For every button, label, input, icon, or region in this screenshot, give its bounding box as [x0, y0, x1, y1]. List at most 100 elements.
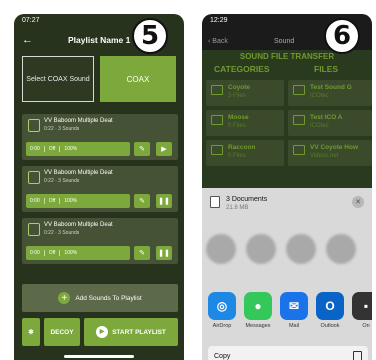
copy-label: Copy — [214, 353, 231, 360]
category-count: 0 Files — [228, 123, 246, 129]
contact-avatar[interactable] — [246, 234, 276, 264]
files-header: FILES — [314, 64, 339, 74]
category-name: Moose — [228, 114, 249, 121]
sound-file-icon — [28, 119, 40, 132]
pause-icon[interactable]: ❚❚ — [156, 194, 172, 208]
file-source: Videos.net — [310, 153, 339, 159]
contact-avatar[interactable] — [206, 234, 236, 264]
checkbox-icon[interactable] — [293, 115, 305, 125]
plus-icon: + — [58, 292, 71, 304]
share-app-airdrop[interactable]: ◎ AirDrop — [208, 292, 236, 329]
sound-file-icon — [28, 223, 40, 236]
volume[interactable]: 100% — [60, 198, 81, 204]
timer[interactable]: 0:00 — [26, 198, 45, 204]
file-tile[interactable]: VV Coyote How Videos.net — [288, 140, 372, 166]
file-name: VV Coyote How — [310, 144, 359, 151]
app-label: Mail — [288, 323, 300, 329]
phone-share: 12:29 6 ‹ Back Sound SOUND FILE TRANSFER… — [202, 14, 372, 360]
bottom-actions: ✱ DECOY ▶ START PLAYLIST — [22, 318, 178, 346]
phone-playlist: 07:27 5 ← Playlist Name 1 Select COAX So… — [14, 14, 184, 360]
back-label: Back — [212, 38, 228, 45]
messages-icon: ● — [244, 292, 272, 320]
mail-icon: ✉ — [280, 292, 308, 320]
share-apps: ◎ AirDrop ● Messages ✉ Mail O Outlook ▪ … — [208, 292, 372, 329]
file-tile[interactable]: Test Sound G ICOtec — [288, 80, 372, 106]
category-name: Raccoon — [228, 144, 256, 151]
volume[interactable]: 100% — [60, 250, 81, 256]
add-sounds-button[interactable]: + Add Sounds To Playlist — [22, 284, 178, 312]
close-icon[interactable]: ✕ — [352, 196, 364, 208]
timer[interactable]: 0:00 — [26, 250, 45, 256]
app-label: Messages — [245, 323, 271, 329]
copy-action[interactable]: Copy — [208, 346, 368, 360]
folder-icon — [211, 115, 223, 125]
decoy-button[interactable]: DECOY — [44, 318, 80, 346]
playlist-card[interactable]: VV Baboom Multiple Deat 0:22 · 3 Sounds … — [22, 114, 178, 160]
select-coax-sound-button[interactable]: Select COAX Sound — [22, 56, 94, 102]
share-app-messages[interactable]: ● Messages — [244, 292, 272, 329]
category-tile[interactable]: Moose 0 Files — [206, 110, 284, 136]
categories-header: CATEGORIES — [214, 64, 270, 74]
app-label: Outlook — [320, 323, 340, 329]
card-controls[interactable]: 0:00 Off 100% — [26, 142, 130, 156]
contact-avatar[interactable] — [326, 234, 356, 264]
card-controls[interactable]: 0:00 Off 100% — [26, 246, 130, 260]
mode[interactable]: Off — [45, 250, 61, 256]
edit-icon[interactable]: ✎ — [134, 246, 150, 260]
contact-avatar[interactable] — [286, 234, 316, 264]
card-title: VV Baboom Multiple Deat — [44, 170, 113, 176]
file-source: ICOtec — [310, 123, 329, 129]
category-tile[interactable]: Coyote 3 Files — [206, 80, 284, 106]
screen-title: Sound — [274, 38, 295, 45]
card-sub: 0:22 · 3 Sounds — [44, 230, 80, 236]
app-label: On — [362, 323, 370, 329]
file-source: ICOtec — [310, 93, 329, 99]
pause-icon[interactable]: ❚❚ — [156, 246, 172, 260]
playlist-card[interactable]: VV Baboom Multiple Deat 0:22 · 3 Sounds … — [22, 166, 178, 212]
share-app-outlook[interactable]: O Outlook — [316, 292, 344, 329]
step-badge: 6 — [324, 18, 360, 54]
outlook-icon: O — [316, 292, 344, 320]
playlist-title: Playlist Name 1 — [68, 35, 131, 45]
category-count: 0 Files — [228, 153, 246, 159]
card-title: VV Baboom Multiple Deat — [44, 118, 113, 124]
edit-icon[interactable]: ✎ — [134, 142, 150, 156]
app-label: AirDrop — [212, 323, 232, 329]
edit-icon[interactable]: ✎ — [134, 194, 150, 208]
contact-suggestions — [206, 234, 372, 264]
sound-file-icon — [28, 171, 40, 184]
document-size: 21.8 MB — [226, 205, 249, 211]
back-arrow-icon[interactable]: ← — [22, 34, 33, 46]
back-button[interactable]: ‹ Back — [208, 38, 228, 45]
folder-icon — [211, 145, 223, 155]
card-sub: 0:22 · 3 Sounds — [44, 126, 80, 132]
card-sub: 0:22 · 3 Sounds — [44, 178, 80, 184]
category-count: 3 Files — [228, 93, 246, 99]
step-badge: 5 — [132, 18, 168, 54]
coax-button[interactable]: COAX — [100, 56, 176, 102]
card-controls[interactable]: 0:00 Off 100% — [26, 194, 130, 208]
file-name: Test ICO A — [310, 114, 343, 121]
timer[interactable]: 0:00 — [26, 146, 45, 152]
folder-icon — [211, 85, 223, 95]
start-label: START PLAYLIST — [112, 328, 166, 336]
playlist-card[interactable]: VV Baboom Multiple Deat 0:22 · 3 Sounds … — [22, 218, 178, 264]
app-icon: ▪ — [352, 292, 372, 320]
bluetooth-icon[interactable]: ✱ — [22, 318, 40, 346]
category-tile[interactable]: Raccoon 0 Files — [206, 140, 284, 166]
document-count: 3 Documents — [226, 196, 268, 203]
file-name: Test Sound G — [310, 84, 352, 91]
mode[interactable]: Off — [45, 198, 61, 204]
home-indicator — [64, 355, 134, 358]
file-tile[interactable]: Test ICO A ICOtec — [288, 110, 372, 136]
checkbox-icon[interactable] — [293, 85, 305, 95]
checkbox-icon[interactable] — [293, 145, 305, 155]
play-circle-icon: ▶ — [96, 326, 109, 338]
share-app-more[interactable]: ▪ On — [352, 292, 372, 329]
volume[interactable]: 100% — [60, 146, 81, 152]
start-playlist-button[interactable]: ▶ START PLAYLIST — [84, 318, 178, 346]
play-icon[interactable]: ▶ — [156, 142, 172, 156]
add-sounds-label: Add Sounds To Playlist — [75, 294, 142, 302]
share-app-mail[interactable]: ✉ Mail — [280, 292, 308, 329]
mode[interactable]: Off — [45, 146, 61, 152]
